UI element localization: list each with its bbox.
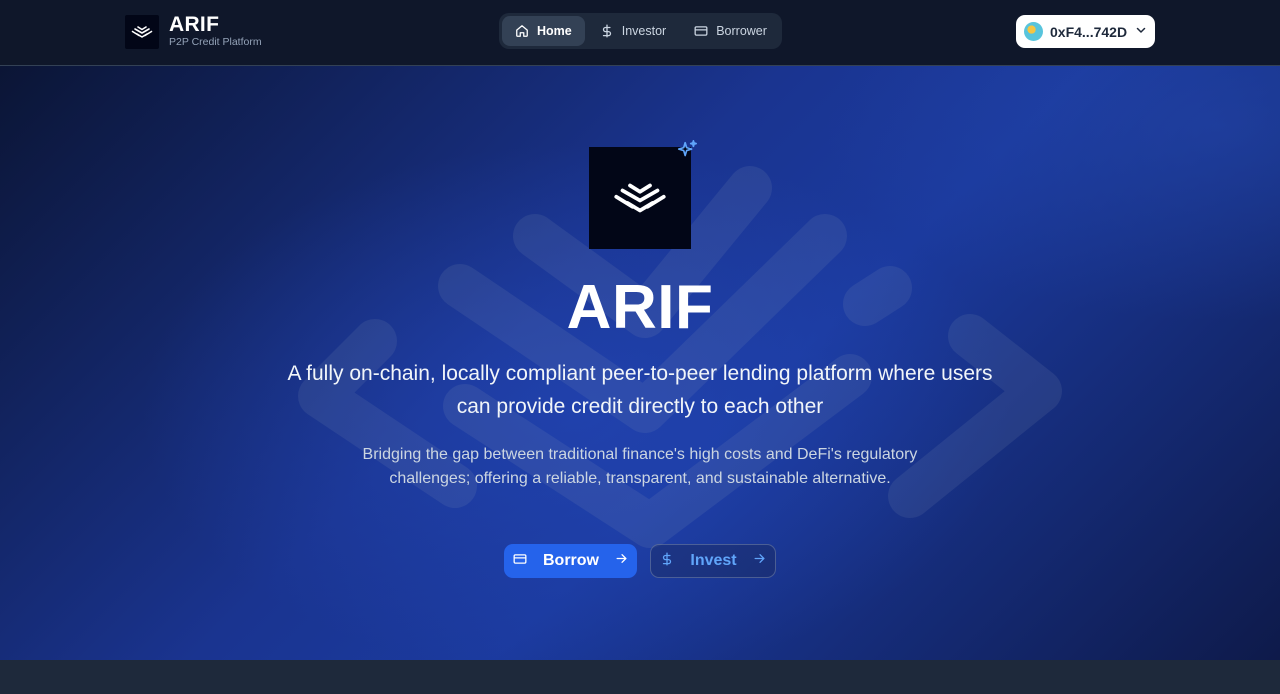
tab-home-label: Home [537,24,572,38]
borrow-button[interactable]: Borrow [504,544,637,578]
arif-logo-large-icon [614,183,666,213]
sparkle-icon [676,139,698,166]
brand-tagline: P2P Credit Platform [169,36,262,48]
invest-button-label: Invest [690,552,737,569]
arrow-right-icon [753,552,766,570]
arif-logo-icon [125,14,159,49]
brand[interactable]: ARIF P2P Credit Platform [125,14,262,49]
brand-name: ARIF [169,13,220,36]
main-nav: Home Investor Borrower [499,13,782,49]
tab-investor-label: Investor [621,24,667,38]
dollar-icon [600,24,614,38]
home-icon [515,24,529,38]
tab-borrower-label: Borrower [716,24,767,38]
wallet-avatar [1024,22,1043,41]
wallet-button[interactable]: 0xF4...742D [1016,15,1155,48]
borrow-button-label: Borrow [543,552,599,569]
hero-lead: A fully on-chain, locally compliant peer… [287,362,993,418]
credit-card-icon [694,24,708,38]
hero-title: ARIF [566,273,714,342]
hero-subtitle: Bridging the gap between traditional fin… [362,446,918,487]
hero-section: ARIF A fully on-chain, locally compliant… [0,66,1280,660]
next-section-strip [0,660,1280,694]
wallet-address: 0xF4...742D [1050,23,1128,40]
invest-button[interactable]: Invest [650,544,776,578]
credit-card-icon [513,552,527,571]
arrow-right-icon [615,552,628,570]
tab-investor[interactable]: Investor [587,16,679,46]
top-navbar: ARIF P2P Credit Platform Home Investor B… [0,0,1280,66]
tab-borrower[interactable]: Borrower [681,16,780,46]
tab-home[interactable]: Home [502,16,585,46]
chevron-down-icon [1135,23,1147,41]
dollar-icon [660,552,674,571]
